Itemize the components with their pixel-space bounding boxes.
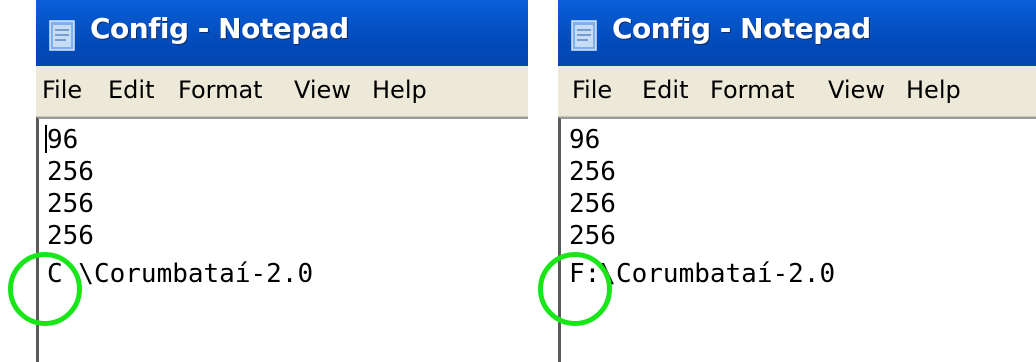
text-line: 256 [47,157,94,187]
notepad-window-left: Config - Notepad File Edit Format View H… [36,0,528,362]
menu-format[interactable]: Format [178,76,263,104]
menu-format[interactable]: Format [710,76,795,104]
menu-help[interactable]: Help [906,76,961,104]
menu-file[interactable]: File [42,76,82,104]
text-line: 256 [47,189,94,219]
notepad-icon [49,20,75,51]
notepad-icon [571,20,597,51]
menu-bar: File Edit Format View Help [558,66,1036,117]
menu-edit[interactable]: Edit [108,76,154,104]
notepad-window-right: Config - Notepad File Edit Format View H… [558,0,1036,362]
highlight-circle [8,252,82,326]
menu-bar: File Edit Format View Help [36,66,528,117]
window-title: Config - Notepad [612,12,871,45]
text-line: 256 [569,221,616,251]
text-editor[interactable]: 96 256 256 256 C \Corumbataí-2.0 [36,117,528,362]
text-line: 96 [569,125,601,155]
text-editor[interactable]: 96 256 256 256 F:\Corumbataí-2.0 [558,117,1036,362]
menu-help[interactable]: Help [372,76,427,104]
text-line: 96 [47,125,79,155]
menu-file[interactable]: File [572,76,612,104]
menu-edit[interactable]: Edit [642,76,688,104]
menu-view[interactable]: View [828,76,885,104]
window-title: Config - Notepad [90,12,349,45]
text-line: 256 [569,157,616,187]
text-line: 256 [569,189,616,219]
text-line: C \Corumbataí-2.0 [47,259,314,289]
text-line: 256 [47,221,94,251]
title-bar[interactable]: Config - Notepad [36,0,528,66]
highlight-circle [538,252,612,326]
menu-view[interactable]: View [294,76,351,104]
title-bar[interactable]: Config - Notepad [558,0,1036,66]
